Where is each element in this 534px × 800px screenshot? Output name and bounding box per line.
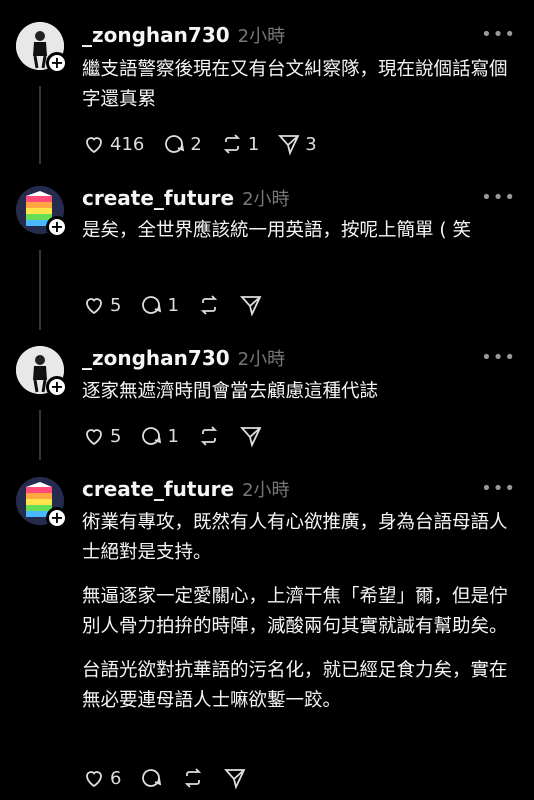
heart-icon [86,429,102,446]
thread-line [39,86,41,164]
timestamp: 2小時 [237,349,286,370]
username[interactable]: create_future [82,477,234,501]
action-bar: 5 1 [82,291,281,319]
follow-plus-icon[interactable]: + [46,52,68,74]
action-bar: 6 [82,764,265,792]
post-text: 台語光欲對抗華語的污名化，就已經足食力矣，實在無必要連母語人士嘛欲鏨一跤。 [82,660,508,711]
repost-button[interactable] [197,424,221,448]
reply-count: 1 [167,425,179,447]
send-icon [224,769,246,790]
timestamp: 2小時 [237,26,286,47]
repost-button[interactable] [197,293,221,317]
more-options-icon[interactable]: ••• [481,347,516,368]
timestamp: 2小時 [242,189,290,210]
post-body: 術業有專攻，既然有人有心欲推廣，身為台語母語人士絕對是支持。 無逼逐家一定愛關心… [82,508,522,730]
repost-count: 1 [247,133,260,155]
follow-plus-icon[interactable]: + [46,507,68,529]
heart-icon [86,771,102,788]
like-button[interactable]: 416 [82,132,144,156]
reply-count: 2 [190,133,202,155]
post-text: 是矣，全世界應該統一用英語，按呢上簡單 ( 笑 [82,220,471,241]
post-text: 繼支語警察後現在又有台文糾察隊，現在說個話寫個字還真累 [82,59,508,110]
reply-button[interactable]: 1 [139,293,179,317]
post-body: 逐家無遮濟時間會當去顧慮這種代誌 [82,377,522,421]
thread-line [39,410,41,460]
repost-button[interactable]: 1 [220,132,259,156]
post-text: 無逼逐家一定愛關心，上濟干焦「希望」爾，但是佇別人骨力拍拚的時陣，減酸兩句其實就… [82,586,508,637]
username[interactable]: _zonghan730 [82,346,230,370]
comment-icon [142,769,162,787]
heart-icon [86,137,102,154]
username[interactable]: create_future [82,186,234,210]
like-count: 416 [110,133,145,155]
repost-icon [223,134,240,154]
username[interactable]: _zonghan730 [82,23,230,47]
post-header: create_future 2小時 [82,184,290,212]
follow-plus-icon[interactable]: + [46,376,68,398]
repost-icon [185,768,202,788]
like-count: 5 [110,294,122,316]
action-bar: 5 1 [82,422,281,450]
share-button[interactable] [223,766,247,790]
send-icon [239,427,262,448]
like-count: 5 [110,425,122,447]
comment-icon [165,135,185,153]
follow-plus-icon[interactable]: + [46,216,68,238]
comment-icon [142,427,162,445]
repost-icon [200,295,218,315]
timestamp: 2小時 [242,480,290,501]
post-body: 繼支語警察後現在又有台文糾察隊，現在說個話寫個字還真累 [82,55,522,129]
like-count: 6 [110,767,122,789]
heart-icon [86,298,102,315]
share-button[interactable]: 3 [277,132,317,156]
reply-button[interactable]: 1 [139,424,179,448]
action-bar: 416 2 1 3 [82,130,335,158]
reply-button[interactable] [139,766,163,790]
send-icon [278,135,300,156]
reply-count: 1 [167,294,179,316]
like-button[interactable]: 6 [82,766,121,790]
like-button[interactable]: 5 [82,293,121,317]
share-count: 3 [305,133,317,155]
post-text: 術業有專攻，既然有人有心欲推廣，身為台語母語人士絕對是支持。 [82,512,508,563]
more-options-icon[interactable]: ••• [481,187,516,208]
like-button[interactable]: 5 [82,424,121,448]
post-header: _zonghan730 2小時 [82,344,285,372]
post-body: 是矣，全世界應該統一用英語，按呢上簡單 ( 笑 [82,216,522,260]
comment-icon [142,296,162,314]
repost-button[interactable] [181,766,205,790]
share-button[interactable] [239,293,263,317]
more-options-icon[interactable]: ••• [481,478,516,499]
repost-icon [200,426,218,446]
more-options-icon[interactable]: ••• [481,24,516,45]
post-header: _zonghan730 2小時 [82,21,285,49]
thread-line [39,250,41,330]
share-button[interactable] [239,424,263,448]
send-icon [239,296,262,317]
post-text: 逐家無遮濟時間會當去顧慮這種代誌 [82,381,379,402]
reply-button[interactable]: 2 [162,132,202,156]
post-header: create_future 2小時 [82,475,290,503]
